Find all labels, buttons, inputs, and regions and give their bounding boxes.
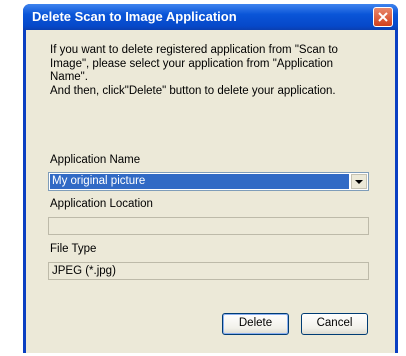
delete-button[interactable]: Delete: [222, 313, 289, 335]
cancel-button[interactable]: Cancel: [301, 313, 368, 335]
dropdown-button[interactable]: [351, 174, 367, 189]
close-button[interactable]: [373, 7, 393, 27]
application-name-select[interactable]: My original picture: [48, 172, 369, 191]
instructions-text: If you want to delete registered applica…: [50, 44, 386, 98]
title-bar[interactable]: Delete Scan to Image Application: [23, 4, 398, 30]
file-type-field: JPEG (*.jpg): [48, 262, 369, 280]
file-type-label: File Type: [50, 243, 97, 255]
instructions-line: And then, click"Delete" button to delete…: [50, 84, 336, 97]
instructions-line: Name".: [50, 71, 88, 84]
application-name-label: Application Name: [50, 154, 141, 166]
dialog-body: If you want to delete registered applica…: [26, 30, 395, 353]
application-name-value: My original picture: [50, 174, 349, 189]
application-location-field: [48, 217, 369, 235]
instructions-line: If you want to delete registered applica…: [50, 44, 338, 56]
application-location-label: Application Location: [50, 198, 153, 210]
instructions-line: Image", please select your application f…: [50, 57, 334, 70]
dialog-window: Delete Scan to Image Application If you …: [23, 4, 398, 353]
close-icon: [377, 8, 389, 26]
chevron-down-icon: [355, 180, 363, 184]
window-title: Delete Scan to Image Application: [32, 9, 237, 24]
